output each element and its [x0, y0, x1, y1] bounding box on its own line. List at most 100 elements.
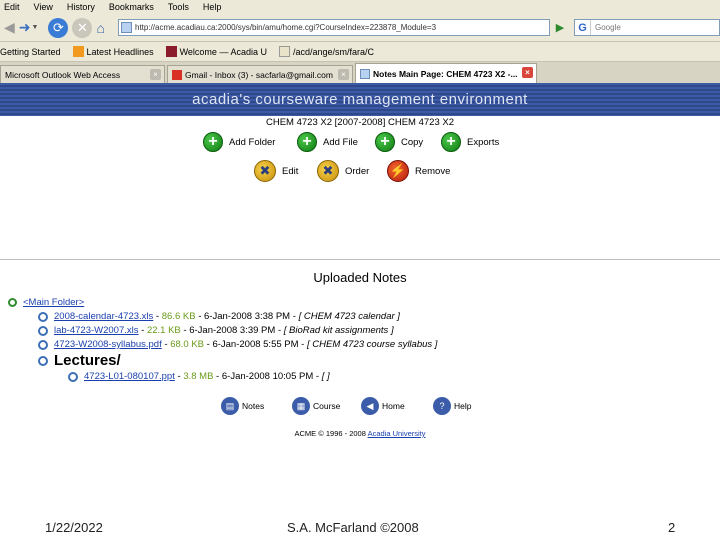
gmail-icon [172, 69, 182, 80]
site-banner: acadia's courseware management environme… [0, 83, 720, 116]
address-bar[interactable]: http://acme.acadiau.ca:2000/sys/bin/amu/… [118, 19, 550, 36]
bookmark-getting-started[interactable]: Getting Started [0, 47, 61, 57]
add-file-label: Add File [323, 136, 358, 148]
tab-bar: Microsoft Outlook Web Access × Gmail - I… [0, 62, 720, 83]
tab-label: Gmail - Inbox (3) - sacfarla@gmail.com [185, 69, 333, 80]
page-favicon [360, 68, 370, 79]
course-icon: ▦ [292, 397, 310, 415]
file-row: 4723-W2008-syllabus.pdf - 68.0 KB - 6-Ja… [38, 339, 437, 350]
file-bullet-icon [38, 325, 48, 336]
main-folder-row[interactable]: <Main Folder> [8, 297, 84, 308]
page-icon [278, 46, 290, 57]
folder-open-icon [8, 298, 17, 307]
tab-outlook[interactable]: Microsoft Outlook Web Access × [0, 65, 165, 83]
edit-label: Edit [282, 165, 299, 177]
back-button[interactable]: ◀ [4, 17, 15, 39]
back-arrow-icon: ◀ [361, 397, 379, 415]
chevron-down-icon: ▼ [31, 24, 39, 31]
course-nav-button[interactable]: ▦ Course [292, 397, 340, 415]
close-icon[interactable]: × [150, 69, 161, 80]
slide-number: 2 [668, 520, 676, 535]
menu-bar: Edit View History Bookmarks Tools Help [0, 0, 720, 14]
exports-label: Exports [467, 136, 500, 148]
google-icon: G [575, 20, 591, 35]
lectures-folder-label[interactable]: Lectures/ [54, 352, 121, 369]
divider [0, 259, 720, 260]
plus-icon: + [297, 132, 317, 152]
order-label: Order [345, 165, 370, 177]
file-size: 3.8 MB [183, 371, 214, 382]
tab-label: Notes Main Page: CHEM 4723 X2 -... [373, 68, 518, 79]
reload-button[interactable]: ⟳ [48, 17, 69, 39]
copy-button[interactable]: + Copy [375, 132, 423, 152]
slide: Edit View History Bookmarks Tools Help ◀… [0, 0, 720, 540]
help-icon: ? [433, 397, 451, 415]
main-folder-link[interactable]: <Main Folder> [23, 297, 84, 308]
file-bullet-icon [38, 339, 48, 350]
bookmark-folder[interactable]: /acd/ange/sm/fara/C [278, 46, 375, 57]
plus-icon: + [375, 132, 395, 152]
file-bullet-icon [38, 311, 48, 322]
search-placeholder: Google [595, 23, 621, 32]
menu-history[interactable]: History [67, 2, 95, 12]
file-link[interactable]: 2008-calendar-4723.xls [54, 311, 153, 322]
file-size: 86.6 KB [161, 311, 196, 322]
notes-nav-button[interactable]: ▤ Notes [221, 397, 264, 415]
go-button[interactable]: ▶ [552, 19, 568, 36]
bookmark-acadia[interactable]: Welcome — Acadia U [165, 46, 267, 57]
file-date: 6-Jan-2008 3:38 PM [204, 311, 291, 322]
slide-author: S.A. McFarland ©2008 [287, 520, 419, 535]
add-folder-button[interactable]: + Add Folder [203, 132, 275, 152]
copy-label: Copy [401, 136, 424, 148]
remove-button[interactable]: ⚡ Remove [387, 160, 450, 182]
file-row: 4723-L01-080107.ppt - 3.8 MB - 6-Jan-200… [68, 371, 330, 382]
bookmark-label: /acd/ange/sm/fara/C [292, 46, 375, 57]
acadia-shield-icon [165, 46, 177, 57]
edit-button[interactable]: ✖ Edit [254, 160, 298, 182]
menu-edit[interactable]: Edit [4, 2, 20, 12]
file-description: [ BioRad kit assignments ] [283, 325, 394, 336]
home-nav-button[interactable]: ◀ Home [361, 397, 405, 415]
stop-icon: ✕ [72, 17, 93, 38]
menu-help[interactable]: Help [203, 2, 222, 12]
lectures-folder-row[interactable]: Lectures/ [38, 352, 121, 369]
banner-title: acadia's courseware management environme… [192, 91, 528, 108]
close-icon[interactable]: × [338, 69, 349, 80]
page-favicon [121, 22, 132, 33]
folder-bullet-icon [38, 355, 48, 366]
course-title: CHEM 4723 X2 [2007-2008] CHEM 4723 X2 [266, 117, 454, 128]
course-nav-label: Course [313, 401, 341, 411]
bookmark-latest-headlines[interactable]: Latest Headlines [72, 46, 154, 57]
exports-button[interactable]: + Exports [441, 132, 499, 152]
file-size: 68.0 KB [170, 339, 204, 350]
remove-label: Remove [415, 165, 451, 177]
add-file-button[interactable]: + Add File [297, 132, 358, 152]
rss-icon [72, 46, 84, 57]
slide-date: 1/22/2022 [45, 520, 103, 535]
bookmark-label: Latest Headlines [86, 46, 154, 57]
menu-view[interactable]: View [34, 2, 53, 12]
copyright-text: ACME © 1996 - 2008 [294, 429, 366, 438]
close-icon[interactable]: × [522, 67, 533, 78]
menu-tools[interactable]: Tools [168, 2, 189, 12]
file-link[interactable]: 4723-L01-080107.ppt [84, 371, 175, 382]
lightning-icon: ⚡ [387, 160, 409, 182]
menu-bookmarks[interactable]: Bookmarks [109, 2, 154, 12]
acadia-link[interactable]: Acadia University [368, 429, 426, 438]
tab-gmail[interactable]: Gmail - Inbox (3) - sacfarla@gmail.com × [167, 65, 353, 83]
search-input[interactable]: G Google [574, 19, 720, 36]
tab-notes-main[interactable]: Notes Main Page: CHEM 4723 X2 -... × [355, 63, 537, 83]
add-folder-label: Add Folder [229, 136, 276, 148]
file-link[interactable]: 4723-W2008-syllabus.pdf [54, 339, 162, 350]
bookmark-label: Welcome — Acadia U [179, 46, 267, 57]
stop-button[interactable]: ✕ [72, 17, 93, 39]
forward-button[interactable]: ➜ ▼ [19, 17, 39, 39]
file-link[interactable]: lab-4723-W2007.xls [54, 325, 139, 336]
plus-icon: + [203, 132, 223, 152]
file-date: 6-Jan-2008 10:05 PM [221, 371, 314, 382]
order-button[interactable]: ✖ Order [317, 160, 369, 182]
file-description: [ CHEM 4723 calendar ] [298, 311, 400, 322]
help-nav-button[interactable]: ? Help [433, 397, 471, 415]
home-button[interactable]: ⌂ [96, 17, 104, 39]
copyright: ACME © 1996 - 2008 Acadia University [0, 429, 720, 438]
